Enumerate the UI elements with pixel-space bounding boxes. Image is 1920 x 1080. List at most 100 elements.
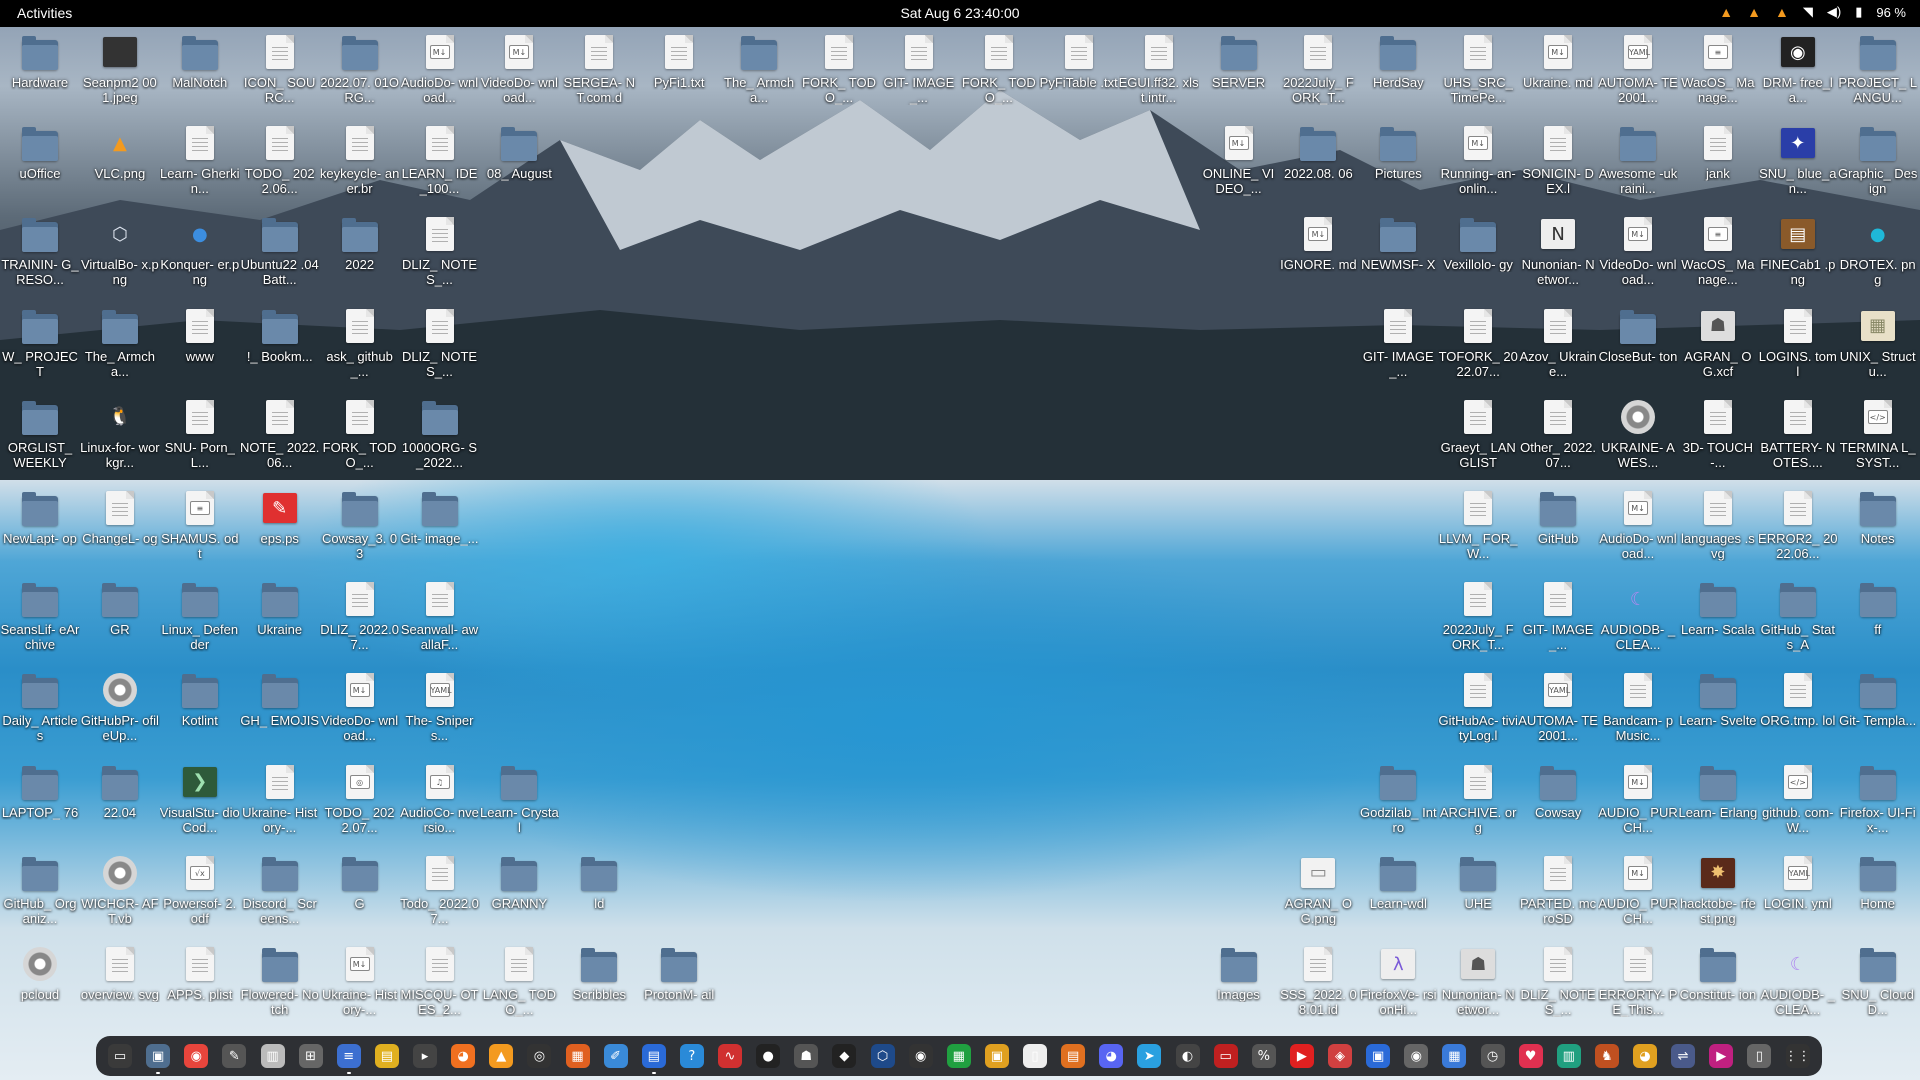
dock-calculator-icon[interactable]: ⊞ [298,1044,323,1068]
desktop-icon[interactable]: TODO_ 2022.06... [240,121,320,207]
dock-messages-icon[interactable]: ◕ [1633,1044,1657,1068]
desktop-icon[interactable]: Linux_ Defender [160,577,240,663]
desktop-icon[interactable]: 🐧 Linux-for- workgr... [80,395,160,481]
desktop-icon[interactable]: GRANNY [479,851,559,937]
desktop-icon[interactable]: Seanwall- awallaF... [400,577,480,663]
dock-terminal-icon[interactable]: ▭ [108,1044,132,1068]
dock-trash-icon[interactable]: ▯ [1747,1044,1772,1068]
dock-chrome-alt-icon[interactable]: ◉ [1404,1044,1429,1068]
desktop-icon[interactable]: jank [1678,121,1758,207]
desktop-icon[interactable]: SERVER [1199,30,1279,116]
dock-slides-icon[interactable]: ▭ [1213,1044,1238,1068]
desktop-icon[interactable]: ● Konquer- er.png [160,212,240,298]
desktop-icon[interactable]: Other_ 2022.07... [1518,395,1598,481]
desktop-icon[interactable]: ▦ UNIX_ Structu... [1838,304,1918,390]
dock-pdf-icon[interactable]: ▤ [1061,1044,1086,1068]
desktop-icon[interactable]: Git- image_... [400,486,480,572]
desktop-icon[interactable]: PyFi1.txt [639,30,719,116]
desktop-icon[interactable]: WICHCR- AFT.vb [80,851,160,937]
desktop-icon[interactable]: λ FirefoxVe- rsionHi... [1358,942,1438,1028]
desktop-icon[interactable]: M↓ VideoDo- wnload... [479,30,559,116]
desktop-icon[interactable]: LAPTOP_ 76 [0,760,80,846]
desktop-icon[interactable]: GIT- IMAGE_... [1358,304,1438,390]
desktop-icon[interactable]: DLIZ_ NOTES_... [1518,942,1598,1028]
dock-monitor-icon[interactable]: ∿ [718,1044,742,1068]
desktop-icon[interactable]: ♫ AudioCo- nversio... [400,760,480,846]
desktop-icon[interactable]: Home [1838,851,1918,937]
desktop-icon[interactable]: EGUI.ff32. xlst.intr... [1119,30,1199,116]
desktop-icon[interactable]: SNU_ CloudD... [1838,942,1918,1028]
desktop-icon[interactable]: ERROR2_ 2022.06... [1758,486,1838,572]
desktop-icon[interactable]: 2022.08. 06 [1278,121,1358,207]
desktop-icon[interactable]: FORK_ TODO_... [959,30,1039,116]
dock-vlc-icon[interactable]: ▲ [489,1044,514,1068]
desktop-icon[interactable]: Notes [1838,486,1918,572]
desktop-icon[interactable]: 1000ORG- S_2022... [400,395,480,481]
desktop-icon[interactable]: ld [559,851,639,937]
desktop-icon[interactable]: CloseBut- ton [1598,304,1678,390]
dock-virtualbox-icon[interactable]: ⬡ [870,1044,895,1068]
desktop-icon[interactable]: 3D- TOUCH-... [1678,395,1758,481]
desktop-icon[interactable]: ❯ VisualStu- dioCod... [160,760,240,846]
desktop-icon[interactable]: ✎ eps.ps [240,486,320,572]
desktop-icon[interactable]: ☾ AUDIODB- _CLEA... [1758,942,1838,1028]
desktop-icon[interactable]: Graphic_ Design [1838,121,1918,207]
desktop-icon[interactable]: Ukraine- History-... [240,760,320,846]
desktop-icon[interactable]: GitHub [1518,486,1598,572]
desktop-icon[interactable]: ORG.tmp. lol [1758,668,1838,754]
desktop-icon[interactable]: ProtonM- ail [639,942,719,1028]
desktop-icon[interactable]: YAML AUTOMA- TE2001... [1598,30,1678,116]
desktop-icon[interactable]: SERGEA- NT.com.d [559,30,639,116]
dock-chart-icon[interactable]: ▥ [1556,1044,1581,1068]
desktop-icon[interactable]: Seanpm2 001.jpeg [80,30,160,116]
desktop-icon[interactable]: 2022July_ FORK_T... [1278,30,1358,116]
desktop-icon[interactable]: DLIZ_ 2022.07... [320,577,400,663]
desktop-icon[interactable]: overview. svg [80,942,160,1028]
desktop-icon[interactable]: 22.04 [80,760,160,846]
vlc-tray-icon[interactable]: ▲ [1719,4,1733,20]
desktop-icon[interactable]: Bandcam- pMusic... [1598,668,1678,754]
wifi-icon[interactable]: ◥ [1803,4,1813,20]
desktop-icon[interactable]: ▲ VLC.png [80,121,160,207]
desktop-icon[interactable]: LEARN_ IDE_100... [400,121,480,207]
dock-editor-icon[interactable]: ✎ [222,1044,247,1068]
dock-console-icon[interactable]: ▸ [413,1044,437,1068]
desktop-icon[interactable]: ≡ WacOS_ Manage... [1678,30,1758,116]
desktop-icon[interactable]: !_ Bookm... [240,304,320,390]
desktop-icon[interactable]: TRAININ- G_RESO... [0,212,80,298]
desktop-icon[interactable]: YAML AUTOMA- TE2001... [1518,668,1598,754]
desktop-icon[interactable]: Ubuntu22 .04Batt... [240,212,320,298]
dock-gimp-icon[interactable]: ☗ [794,1044,819,1068]
desktop-icon[interactable]: ≡ WacOS_ Manage... [1678,212,1758,298]
desktop-icon[interactable]: LANG_ TODO_... [479,942,559,1028]
volume-icon[interactable]: ◀) [1827,4,1841,20]
vlc-tray-icon-2[interactable]: ▲ [1747,4,1761,20]
desktop-icon[interactable]: Godzilab_ Intro [1358,760,1438,846]
dock-draw-icon[interactable]: ✐ [603,1044,628,1068]
desktop-icon[interactable]: M↓ AUDIO_ PURCH... [1598,760,1678,846]
desktop-icon[interactable]: LLVM_ FOR_W... [1438,486,1518,572]
desktop-icon[interactable]: ChangeL- og [80,486,160,572]
desktop-icon[interactable]: HerdSay [1358,30,1438,116]
desktop-icon[interactable]: GitHub_ Organiz... [0,851,80,937]
desktop-icon[interactable]: Learn- Erlang [1678,760,1758,846]
desktop-icon[interactable]: Vexillolo- gy [1438,212,1518,298]
desktop-icon[interactable]: NEWMSF- X [1358,212,1438,298]
desktop-icon[interactable]: The_ Armcha... [80,304,160,390]
desktop-icon[interactable]: uOffice [0,121,80,207]
clock[interactable]: Sat Aug 6 23:40:00 [900,5,1019,21]
battery-percent[interactable]: 96 % [1876,5,1906,20]
dock-record-icon[interactable]: ● [756,1044,781,1068]
desktop-icon[interactable]: YAML LOGIN. yml [1758,851,1838,937]
desktop-icon[interactable]: PROJECT_ LANGU... [1838,30,1918,116]
desktop-icon[interactable]: </> TERMINA L_SYST... [1838,395,1918,481]
desktop-icon[interactable]: Pictures [1358,121,1438,207]
desktop-icon[interactable]: GR [80,577,160,663]
dock-app-icon[interactable]: ▦ [565,1044,590,1068]
desktop-icon[interactable]: 08_ August [479,121,559,207]
desktop-icon[interactable]: Images [1199,942,1279,1028]
vlc-tray-icon-3[interactable]: ▲ [1775,4,1789,20]
desktop-icon[interactable]: ☾ AUDIODB- _CLEA... [1598,577,1678,663]
desktop-icon[interactable]: MISCQU- OTES_2... [400,942,480,1028]
desktop-icon[interactable]: Learn- Svelte [1678,668,1758,754]
